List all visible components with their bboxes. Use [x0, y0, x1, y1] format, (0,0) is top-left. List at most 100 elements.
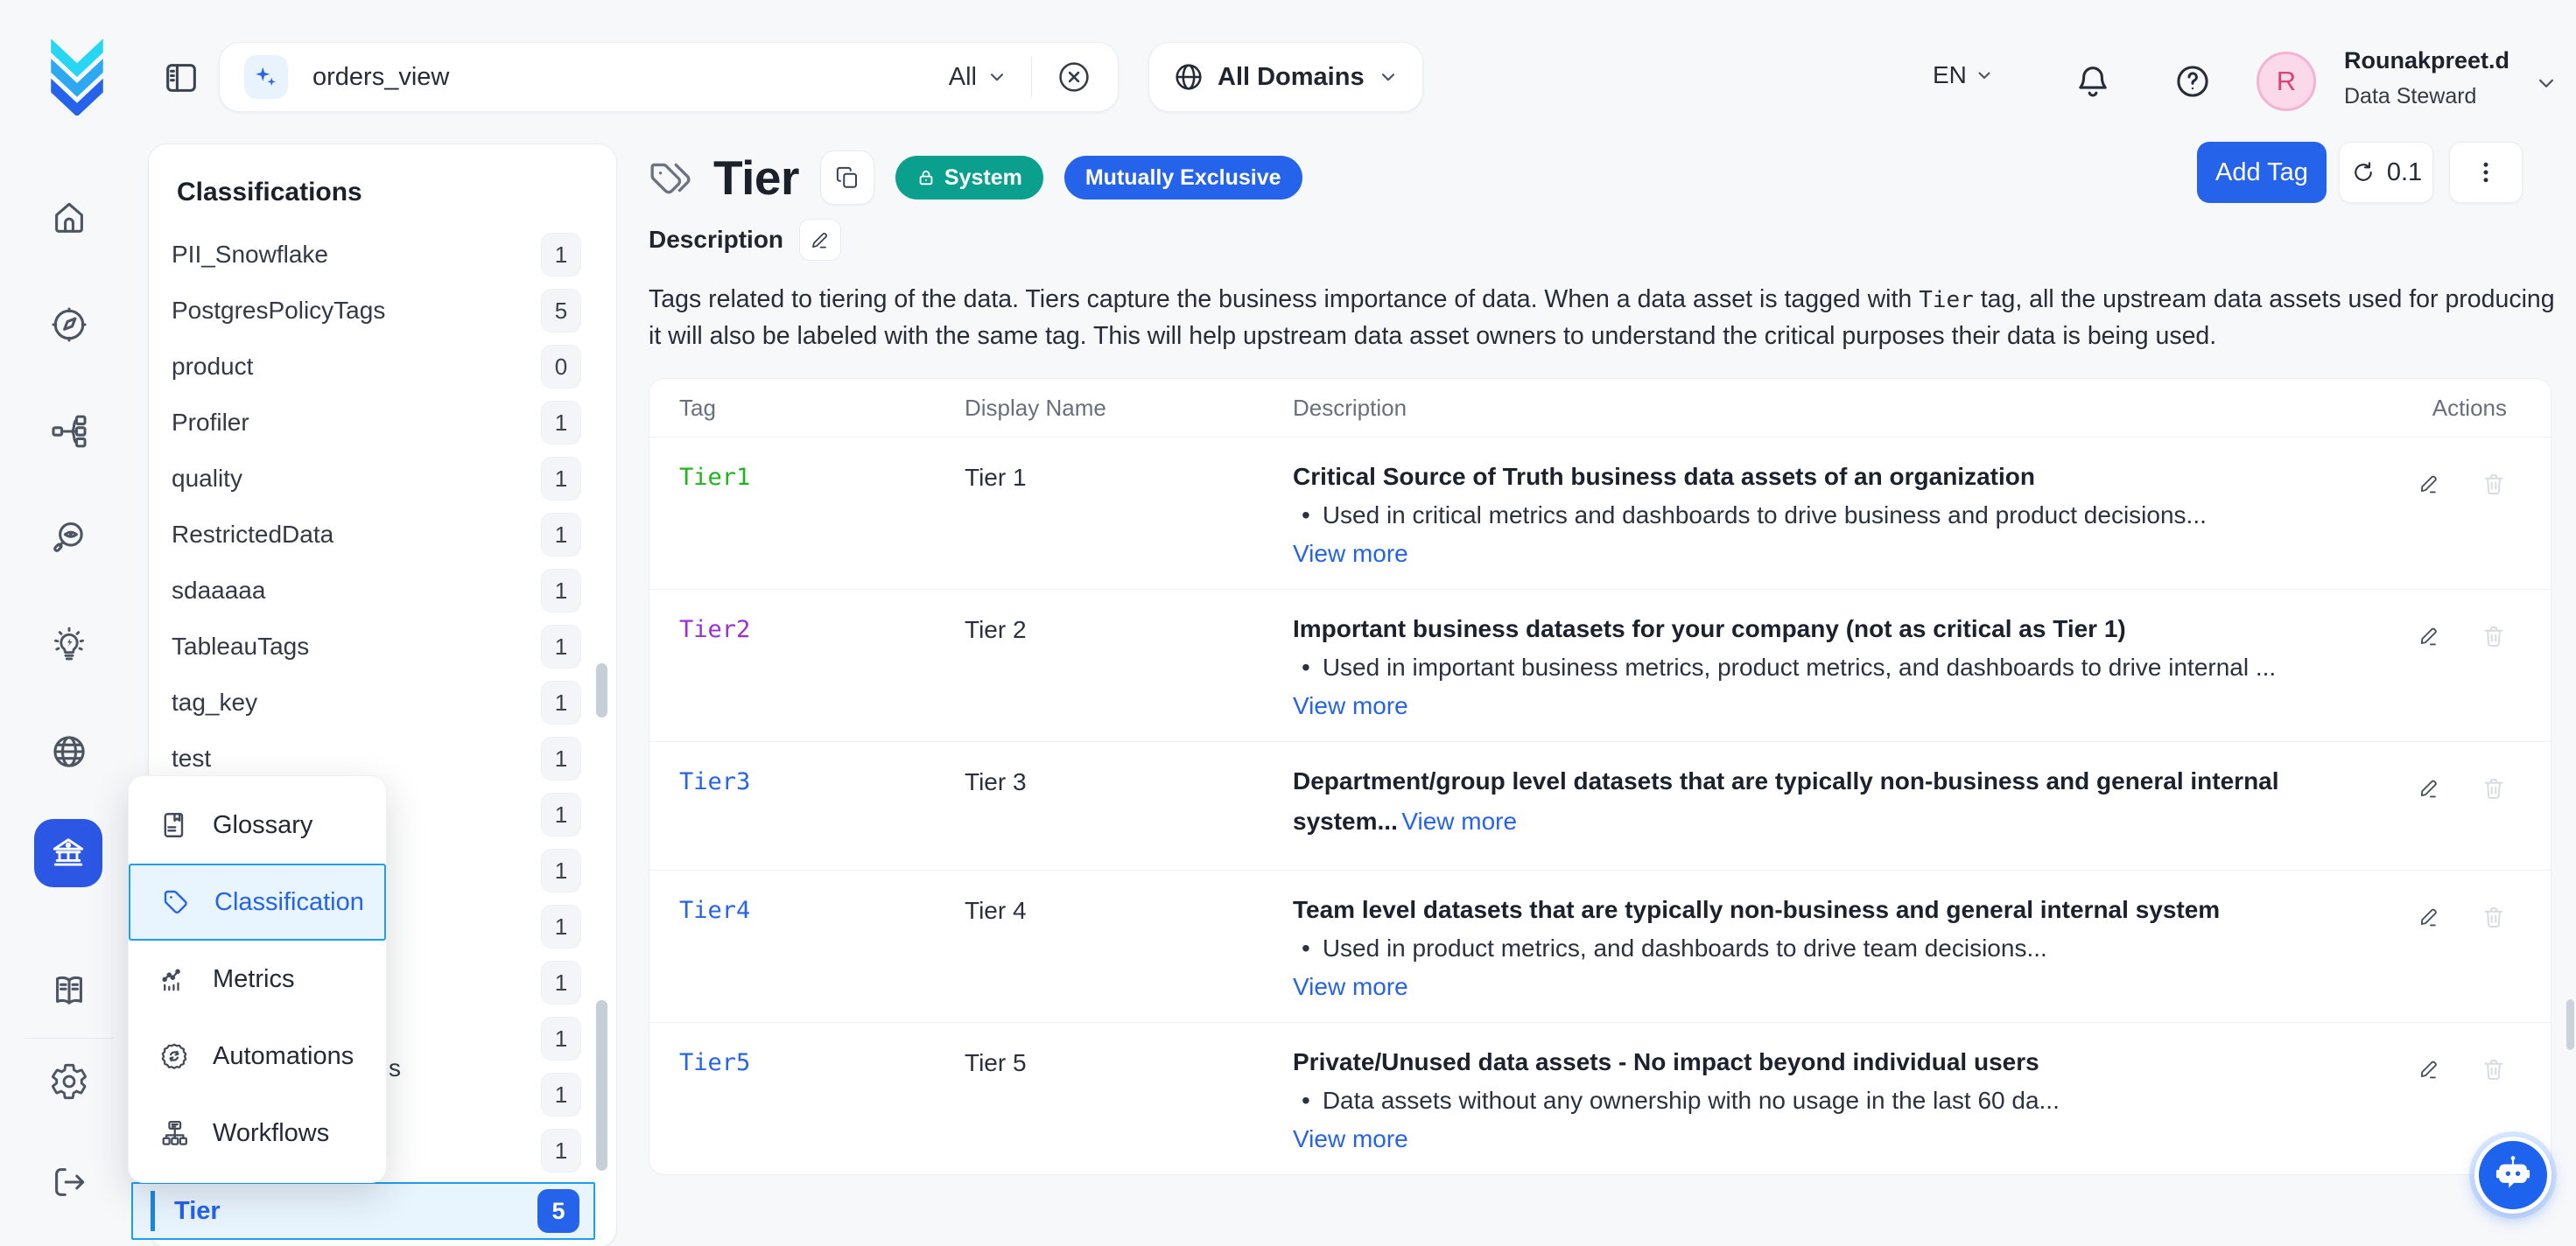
global-search[interactable]: orders_view All: [219, 42, 1119, 112]
inline-code: Tier: [1919, 287, 1974, 313]
app-root: orders_view All All Domains EN R Rounakp…: [0, 0, 2576, 1246]
domains-dropdown[interactable]: All Domains: [1148, 42, 1423, 112]
edit-tag-icon[interactable]: [2416, 623, 2442, 649]
more-options-button[interactable]: [2449, 142, 2523, 203]
classification-item[interactable]: quality1: [149, 451, 616, 507]
edit-tag-icon[interactable]: [2416, 904, 2442, 930]
classification-item[interactable]: PostgresPolicyTags5: [149, 283, 616, 339]
count-badge: 1: [541, 961, 581, 1004]
metrics-chart-icon: [158, 963, 190, 995]
classifications-title: Classifications: [177, 178, 362, 207]
count-badge: 1: [541, 849, 581, 892]
classification-item-tier-selected[interactable]: Tier 5: [131, 1182, 595, 1240]
sidebar-item-settings[interactable]: [49, 1061, 89, 1102]
classification-item[interactable]: sdaaaaa1: [149, 563, 616, 619]
menu-item-automations[interactable]: Automations: [129, 1018, 386, 1095]
divider: [1031, 57, 1032, 97]
view-more-link[interactable]: View more: [1293, 692, 1408, 720]
classification-item[interactable]: TableauTags1: [149, 619, 616, 675]
classification-item[interactable]: tag_key1: [149, 675, 616, 731]
panel-scrollbar-thumb-top[interactable]: [596, 663, 607, 718]
edit-tag-icon[interactable]: [2416, 1056, 2442, 1082]
sidebar-item-insights[interactable]: [49, 625, 89, 665]
description-text: Tags related to tiering of the data. Tie…: [649, 282, 2557, 354]
sidebar-toggle-icon[interactable]: [161, 58, 201, 98]
delete-tag-icon[interactable]: [2481, 904, 2507, 930]
sidebar-item-home[interactable]: [49, 198, 89, 238]
view-more-link[interactable]: View more: [1401, 808, 1517, 836]
tag-name-link[interactable]: Tier2: [649, 590, 965, 643]
row-description-title: Critical Source of Truth business data a…: [1293, 463, 2035, 490]
view-more-link[interactable]: View more: [1293, 540, 1408, 568]
count-badge: 1: [541, 905, 581, 948]
classification-item[interactable]: PII_Snowflake1: [149, 227, 616, 283]
tag-name-link[interactable]: Tier3: [649, 742, 965, 795]
copy-button[interactable]: [820, 150, 874, 205]
system-badge: System: [895, 156, 1043, 200]
menu-item-metrics[interactable]: Metrics: [129, 941, 386, 1018]
help-icon[interactable]: [2172, 61, 2213, 102]
user-name: Rounakpreet.d: [2344, 47, 2509, 74]
delete-tag-icon[interactable]: [2481, 1056, 2507, 1082]
sidebar-item-governance-active[interactable]: [34, 819, 102, 887]
table-row: Tier2 Tier 2 Important business datasets…: [649, 589, 2551, 741]
tag-name-link[interactable]: Tier4: [649, 871, 965, 924]
user-menu-chevron-icon[interactable]: [2533, 70, 2559, 96]
table-row: Tier5 Tier 5 Private/Unused data assets …: [649, 1022, 2551, 1174]
sidebar-item-observability[interactable]: [49, 518, 89, 558]
language-selector[interactable]: EN: [1933, 61, 1995, 89]
sidebar-item-lineage[interactable]: [49, 411, 89, 452]
tag-name-link[interactable]: Tier1: [649, 438, 965, 491]
table-row: Tier1 Tier 1 Critical Source of Truth bu…: [649, 437, 2551, 589]
edit-tag-icon[interactable]: [2416, 471, 2442, 497]
menu-item-classification[interactable]: Classification: [129, 864, 386, 941]
edit-tag-icon[interactable]: [2416, 775, 2442, 802]
avatar[interactable]: R: [2257, 52, 2316, 111]
col-header-actions: Actions: [2367, 395, 2551, 422]
edit-description-button[interactable]: [799, 219, 841, 261]
count-badge: 1: [541, 1073, 581, 1116]
sidebar-item-logout[interactable]: [49, 1162, 89, 1202]
delete-tag-icon[interactable]: [2481, 471, 2507, 497]
rail-divider: [23, 1038, 114, 1039]
count-badge: 1: [541, 625, 581, 668]
count-badge: 1: [541, 401, 581, 444]
count-badge: 1: [541, 569, 581, 612]
count-badge: 1: [541, 681, 581, 724]
search-scope-dropdown[interactable]: All: [949, 63, 977, 92]
classification-item[interactable]: RestrictedData1: [149, 507, 616, 563]
atlan-logo[interactable]: [40, 38, 114, 116]
tag-name-link[interactable]: Tier5: [649, 1023, 965, 1076]
view-more-link[interactable]: View more: [1293, 973, 1408, 1001]
version-button[interactable]: 0.1: [2339, 142, 2433, 203]
sidebar-item-discover[interactable]: [49, 304, 89, 345]
sidebar-item-products[interactable]: [49, 732, 89, 772]
page-scrollbar-thumb[interactable]: [2566, 999, 2574, 1050]
automations-badge-icon: [158, 1040, 190, 1072]
col-header-display-name: Display Name: [965, 395, 1293, 422]
mutually-exclusive-badge: Mutually Exclusive: [1064, 156, 1302, 200]
menu-item-workflows[interactable]: Workflows: [129, 1095, 386, 1172]
panel-scrollbar-thumb[interactable]: [596, 1000, 607, 1171]
page-header: Tier System Mutually Exclusive: [649, 144, 1302, 212]
delete-tag-icon[interactable]: [2481, 623, 2507, 649]
classification-item[interactable]: product0: [149, 339, 616, 395]
clear-search-icon[interactable]: [1055, 58, 1093, 96]
menu-item-glossary[interactable]: Glossary: [129, 787, 386, 864]
sidebar-item-docs[interactable]: [49, 971, 89, 1012]
delete-tag-icon[interactable]: [2481, 775, 2507, 802]
chevron-down-icon[interactable]: [986, 66, 1008, 88]
search-input[interactable]: orders_view: [312, 63, 449, 92]
count-badge: 1: [541, 513, 581, 556]
classification-item[interactable]: Profiler1: [149, 395, 616, 451]
active-indicator: [151, 1191, 155, 1231]
tags-icon: [649, 156, 692, 200]
table-row: Tier3 Tier 3 Department/group level data…: [649, 741, 2551, 870]
add-tag-button[interactable]: Add Tag: [2197, 142, 2327, 203]
chat-assistant-button[interactable]: [2474, 1137, 2551, 1214]
refresh-icon: [2350, 159, 2376, 186]
view-more-link[interactable]: View more: [1293, 1125, 1408, 1153]
notifications-bell-icon[interactable]: [2073, 61, 2113, 102]
count-badge: 5: [537, 1189, 579, 1233]
avatar-initial: R: [2277, 66, 2296, 97]
